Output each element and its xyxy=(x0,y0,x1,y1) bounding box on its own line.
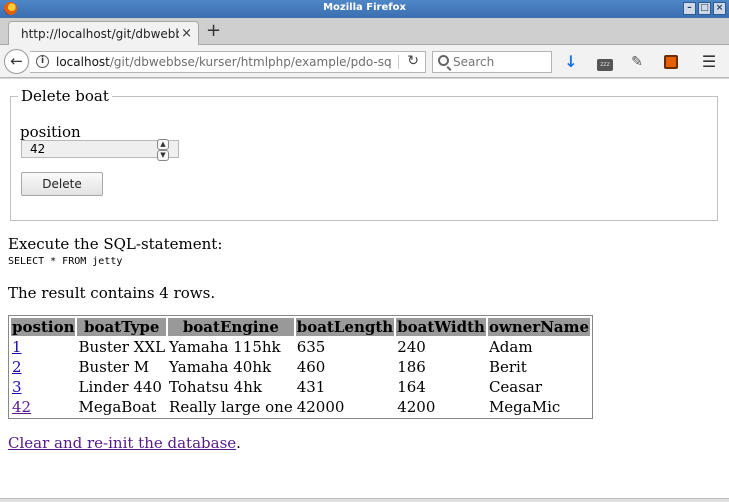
table-cell: 42 xyxy=(11,398,75,416)
row-id-link[interactable]: 3 xyxy=(12,378,22,396)
table-cell: Berit xyxy=(488,358,527,376)
result-table: postion boatType boatEngine boatLength b… xyxy=(8,315,594,419)
position-stepper[interactable]: ▲ ▼ xyxy=(157,139,169,161)
form-legend: Delete boat xyxy=(18,87,112,105)
table-header-row: postion boatType boatEngine boatLength b… xyxy=(11,318,591,336)
table-cell: 2 xyxy=(11,358,75,376)
table-cell: 164 xyxy=(397,378,426,396)
clear-suffix: . xyxy=(236,434,241,452)
hamburger-menu-icon[interactable]: ☰ xyxy=(698,51,720,73)
close-window-button[interactable]: × xyxy=(713,2,726,15)
extension-icon[interactable]: zzz xyxy=(594,51,616,73)
window-title: Mozilla Firefox xyxy=(323,2,406,13)
status-strip xyxy=(0,498,729,502)
execute-label: Execute the SQL-statement: xyxy=(8,235,223,253)
table-row: 42 MegaBoat Really large one 42000 4200 … xyxy=(11,398,590,416)
col-header: ownerName xyxy=(487,318,591,336)
table-cell: 3 xyxy=(11,378,75,396)
position-input[interactable]: 42 xyxy=(21,140,179,158)
delete-button[interactable]: Delete xyxy=(21,172,103,196)
table-cell: Tohatsu 4hk xyxy=(169,378,262,396)
search-icon xyxy=(438,55,449,66)
table-cell: Buster M xyxy=(78,358,150,376)
window-title-bar: Mozilla Firefox – □ × xyxy=(0,0,729,18)
table-row: 1 Buster XXL Yamaha 115hk 635 240 Adam xyxy=(11,338,590,356)
tab-strip: http://localhost/git/dbwebbse × + xyxy=(0,18,729,46)
back-button[interactable]: ← xyxy=(4,49,29,74)
position-input-end xyxy=(171,140,179,158)
navigation-bar: ← i localhost/git/dbwebbse/kurser/htmlph… xyxy=(0,45,729,78)
search-bar[interactable] xyxy=(432,51,552,73)
table-cell: Adam xyxy=(488,338,533,356)
table-cell: 186 xyxy=(397,358,426,376)
table-cell: Linder 440 xyxy=(78,378,162,396)
table-cell: 431 xyxy=(296,378,326,396)
maximize-button[interactable]: □ xyxy=(698,2,711,15)
table-cell: MegaMic xyxy=(488,398,561,416)
col-header: boatEngine xyxy=(168,318,294,336)
row-id-link[interactable]: 2 xyxy=(12,358,22,376)
table-cell: Yamaha 40hk xyxy=(169,358,272,376)
row-id-link[interactable]: 42 xyxy=(12,398,31,416)
clear-db-line: Clear and re-init the database. xyxy=(8,434,241,452)
col-header: boatLength xyxy=(295,318,395,336)
col-header: boatType xyxy=(77,318,167,336)
table-row: 2 Buster M Yamaha 40hk 460 186 Berit xyxy=(11,358,590,376)
url-host: localhost xyxy=(56,55,110,69)
url-path: /git/dbwebbse/kurser/htmlphp/example/pdo… xyxy=(109,55,392,69)
col-header: boatWidth xyxy=(396,318,486,336)
page-content: Delete boat position 42 ▲ ▼ Delete Execu… xyxy=(0,79,729,498)
download-icon[interactable]: ↓ xyxy=(560,51,582,73)
table-cell: 42000 xyxy=(296,398,345,416)
col-header: postion xyxy=(11,318,76,336)
url-text[interactable]: localhost/git/dbwebbse/kurser/htmlphp/ex… xyxy=(56,55,396,69)
stepper-up-icon[interactable]: ▲ xyxy=(157,139,169,150)
reload-icon[interactable]: ↻ xyxy=(407,53,419,69)
window-controls: – □ × xyxy=(683,2,726,15)
url-bar[interactable]: i localhost/git/dbwebbse/kurser/htmlphp/… xyxy=(30,51,426,73)
position-label: position xyxy=(20,123,81,141)
result-summary: The result contains 4 rows. xyxy=(8,284,216,302)
close-tab-icon[interactable]: × xyxy=(181,26,192,41)
row-id-link[interactable]: 1 xyxy=(12,338,22,356)
eyedropper-icon[interactable]: ✎ xyxy=(626,51,648,73)
table-cell: Yamaha 115hk xyxy=(169,338,281,356)
table-row: 3 Linder 440 Tohatsu 4hk 431 164 Ceasar xyxy=(11,378,590,396)
delete-boat-form: Delete boat position 42 ▲ ▼ Delete xyxy=(10,87,718,221)
table-cell: Ceasar xyxy=(488,378,543,396)
addon-icon[interactable] xyxy=(660,51,682,73)
tab-title: http://localhost/git/dbwebbse xyxy=(21,27,179,41)
browser-tab[interactable]: http://localhost/git/dbwebbse × xyxy=(8,21,199,46)
table-cell: 240 xyxy=(397,338,426,356)
table-cell: MegaBoat xyxy=(78,398,157,416)
site-info-icon[interactable]: i xyxy=(36,55,49,68)
table-cell: 4200 xyxy=(397,398,436,416)
table-cell: Really large one xyxy=(169,398,293,416)
new-tab-button[interactable]: + xyxy=(206,22,221,40)
url-separator xyxy=(398,55,399,69)
table-cell: 1 xyxy=(11,338,75,356)
table-cell: 460 xyxy=(296,358,326,376)
table-cell: Buster XXL xyxy=(78,338,166,356)
search-input[interactable] xyxy=(453,54,548,70)
table-cell: 635 xyxy=(296,338,326,356)
minimize-button[interactable]: – xyxy=(683,2,696,15)
clear-database-link[interactable]: Clear and re-init the database xyxy=(8,434,236,452)
sql-statement: SELECT * FROM jetty xyxy=(8,256,123,267)
stepper-down-icon[interactable]: ▼ xyxy=(157,150,169,161)
